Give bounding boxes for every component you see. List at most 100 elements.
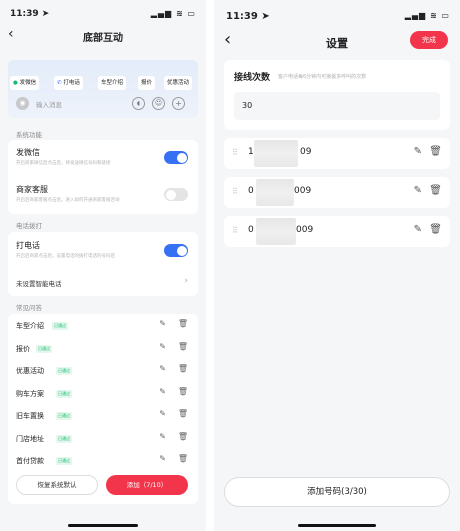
merchant-service-toggle[interactable] — [164, 188, 188, 201]
masked-number — [256, 218, 296, 245]
trash-icon[interactable]: 🗑 — [178, 342, 188, 351]
restore-default-button[interactable]: 恢复系统默认 — [16, 475, 98, 495]
home-indicator — [68, 524, 138, 527]
camera-icon[interactable]: ◉ — [16, 97, 29, 110]
left-screen: 11:39 ➤ ▂▄▆ ≋ ▭ ‹ 底部互动 ● 发微信 ✆ 打电话 车型介绍 … — [0, 0, 206, 531]
phone-number-suffix: 009 — [296, 225, 314, 235]
add-number-button[interactable]: 添加号码(3/30) — [224, 477, 450, 507]
section-system-title: 系统功能 — [16, 131, 42, 139]
phone-card: 打电话 开启后商家点击后，设置电话的拨打电话的号码后 未设置智能电话 › — [8, 232, 198, 296]
edit-icon[interactable]: ✎ — [159, 387, 166, 396]
message-input[interactable]: 输入消息 — [36, 99, 62, 109]
faq-row[interactable]: 优惠活动 已通过 ✎ 🗑 — [8, 361, 198, 383]
status-badge: 已通过 — [56, 457, 72, 465]
masked-number — [254, 140, 298, 167]
quick-button-model[interactable]: 车型介绍 — [98, 76, 127, 90]
wechat-toggle[interactable] — [164, 151, 188, 164]
status-bar: 11:39 ➤ ▂▄▆ ≋ ▭ — [0, 0, 206, 22]
edit-icon[interactable]: ✎ — [159, 342, 166, 351]
phone-number-prefix: 0 — [248, 186, 254, 196]
drag-handle-icon[interactable]: ⠿ — [232, 226, 238, 235]
faq-question: 优惠活动 — [16, 367, 44, 375]
system-card: 发微信 开启商家微信后点击后，将发送微信号码和链接 商家客服 开启后商家客服点击… — [8, 140, 198, 214]
chevron-right-icon: › — [184, 276, 188, 286]
trash-icon[interactable]: 🗑 — [178, 454, 188, 463]
faq-question: 旧车置换 — [16, 412, 44, 420]
wechat-label: 发微信 — [16, 148, 40, 157]
edit-icon[interactable]: ✎ — [159, 432, 166, 441]
line-count-desc: 客户电话每6分钟内可接最多呼叫的次数 — [278, 74, 367, 80]
smart-phone-row[interactable]: 未设置智能电话 › — [16, 276, 192, 290]
quick-button-call[interactable]: ✆ 打电话 — [54, 76, 83, 90]
section-faq-title: 常见问答 — [16, 304, 42, 312]
status-time: 11:39 ➤ — [226, 11, 270, 22]
edit-icon[interactable]: ✎ — [414, 185, 422, 196]
page-title: 底部互动 — [83, 33, 123, 44]
faq-question: 首付贷款 — [16, 457, 44, 465]
section-phone-title: 电话拨打 — [16, 222, 42, 230]
trash-icon[interactable]: 🗑 — [178, 364, 188, 373]
call-label: 打电话 — [16, 241, 40, 250]
quick-button-price[interactable]: 报价 — [138, 76, 156, 90]
faq-row[interactable]: 购车方案 已通过 ✎ 🗑 — [8, 384, 198, 406]
trash-icon[interactable]: 🗑 — [178, 432, 188, 441]
phone-number-prefix: 0 — [248, 225, 254, 235]
masked-number — [256, 179, 294, 206]
call-desc: 开启后商家点击后，设置电话的拨打电话的号码后 — [16, 254, 115, 259]
nav-bar: ‹ 底部互动 — [0, 24, 206, 48]
call-toggle[interactable] — [164, 244, 188, 257]
merchant-service-label: 商家客服 — [16, 185, 48, 194]
faq-row[interactable]: 旧车置换 已通过 ✎ 🗑 — [8, 406, 198, 428]
line-count-label: 接线次数 — [234, 73, 271, 83]
faq-question: 门店地址 — [16, 434, 44, 443]
line-count-card: 接线次数 客户电话每6分钟内可接最多呼叫的次数 30 — [224, 60, 450, 130]
smart-phone-label: 未设置智能电话 — [16, 280, 62, 288]
wechat-desc: 开启商家微信后点击后，将发送微信号码和链接 — [16, 161, 111, 166]
phone-number-row[interactable]: ⠿ 0 009 ✎ 🗑 — [224, 177, 450, 208]
done-button[interactable]: 完成 — [410, 31, 448, 49]
phone-number-suffix: 09 — [300, 147, 312, 157]
status-icons: ▂▄▆ ≋ ▭ — [150, 9, 196, 18]
trash-icon[interactable]: 🗑 — [429, 146, 442, 157]
line-count-input[interactable]: 30 — [234, 92, 440, 120]
status-badge: 已通过 — [52, 322, 68, 330]
voice-icon[interactable]: ◖ — [132, 97, 145, 110]
right-screen: 11:39 ➤ ▂▄▆ ≋ ▭ ‹ 设置 完成 接线次数 客户电话每6分钟内可接… — [214, 0, 460, 531]
status-badge: 已通过 — [36, 344, 52, 353]
line-count-value: 30 — [242, 101, 253, 110]
trash-icon[interactable]: 🗑 — [178, 387, 188, 396]
edit-icon[interactable]: ✎ — [159, 409, 166, 418]
edit-icon[interactable]: ✎ — [414, 224, 422, 235]
plus-icon[interactable]: + — [172, 97, 185, 110]
edit-icon[interactable]: ✎ — [159, 454, 166, 463]
edit-icon[interactable]: ✎ — [414, 146, 422, 157]
faq-question: 车型介绍 — [16, 322, 44, 330]
home-indicator — [298, 524, 376, 527]
faq-row[interactable]: 报价 已通过 ✎ 🗑 — [8, 339, 198, 361]
faq-question: 报价 — [16, 344, 30, 353]
faq-row[interactable]: 首付贷款 已通过 ✎ 🗑 — [8, 451, 198, 473]
trash-icon[interactable]: 🗑 — [429, 185, 442, 196]
trash-icon[interactable]: 🗑 — [429, 224, 442, 235]
drag-handle-icon[interactable]: ⠿ — [232, 148, 238, 157]
nav-bar: ‹ 设置 完成 — [214, 29, 460, 54]
phone-number-row[interactable]: ⠿ 0 009 ✎ 🗑 — [224, 216, 450, 247]
message-input-bar: ◉ 输入消息 ◖ ☺ + — [16, 96, 190, 112]
merchant-service-desc: 开启后商家客服点击后，进入如何开通商家客服咨询 — [16, 198, 120, 203]
trash-icon[interactable]: 🗑 — [178, 409, 188, 418]
faq-row[interactable]: 车型介绍 已通过 ✎ 🗑 — [8, 316, 198, 338]
quick-button-promo[interactable]: 优惠活动 — [164, 76, 193, 90]
phone-number-suffix: 009 — [294, 186, 312, 196]
emoji-icon[interactable]: ☺ — [152, 97, 165, 110]
phone-number-prefix: 1 — [248, 147, 254, 157]
edit-icon[interactable]: ✎ — [159, 364, 166, 373]
faq-row[interactable]: 门店地址 已通过 ✎ 🗑 — [8, 429, 198, 451]
edit-icon[interactable]: ✎ — [159, 319, 166, 328]
trash-icon[interactable]: 🗑 — [178, 319, 188, 328]
status-badge: 已通过 — [56, 367, 72, 375]
drag-handle-icon[interactable]: ⠿ — [232, 187, 238, 196]
add-faq-button[interactable]: 添加（7/10） — [106, 475, 188, 495]
quick-button-wechat[interactable]: ● 发微信 — [10, 76, 40, 90]
phone-number-row[interactable]: ⠿ 1 09 ✎ 🗑 — [224, 138, 450, 169]
status-time: 11:39 ➤ — [10, 9, 50, 19]
